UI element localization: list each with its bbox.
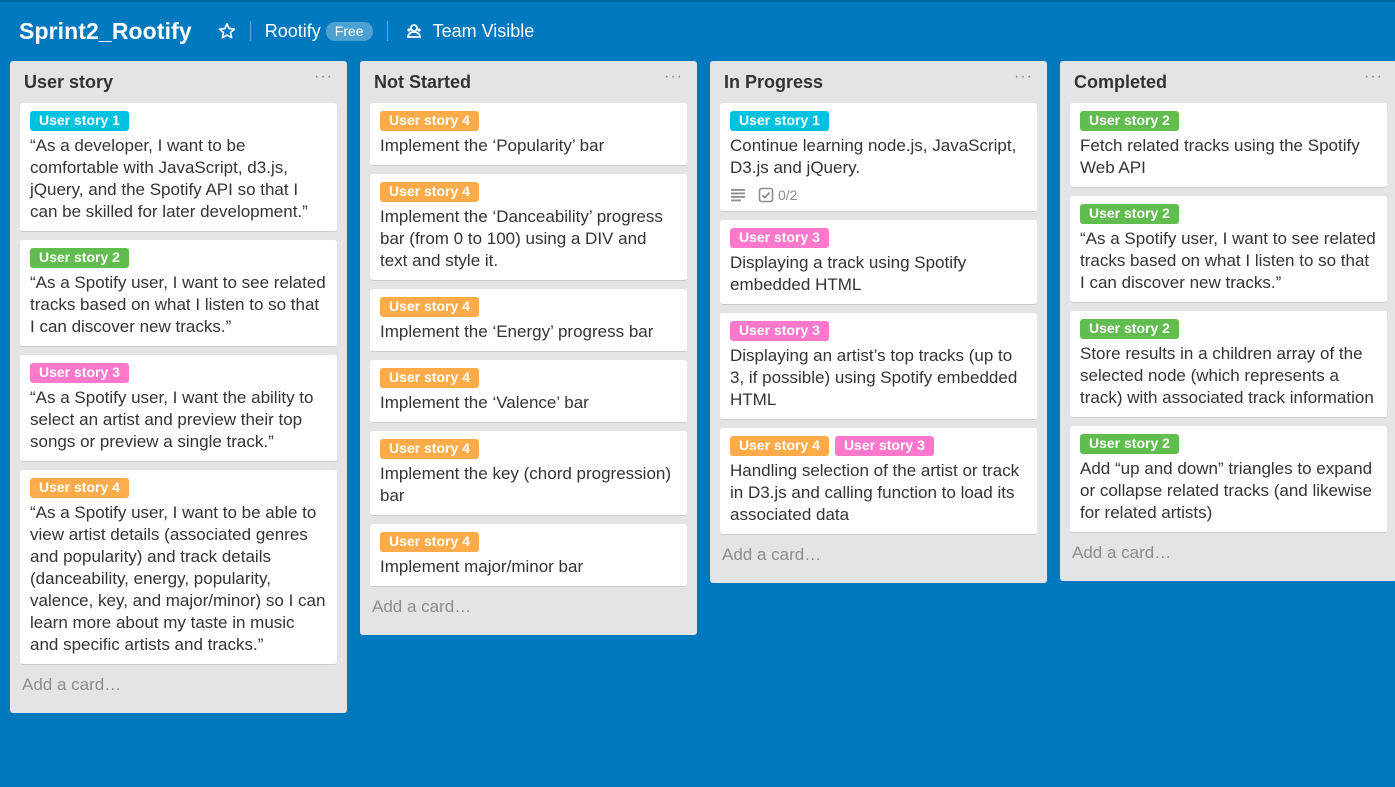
card[interactable]: User story 2 Fetch related tracks using …	[1070, 103, 1387, 188]
card-title: Implement the ‘Popularity’ bar	[380, 136, 605, 155]
card-label: User story 4	[730, 436, 829, 456]
card-label: User story 3	[730, 228, 829, 248]
card-label: User story 4	[30, 478, 129, 498]
card-label: User story 1	[730, 111, 829, 131]
card[interactable]: User story 1 “As a developer, I want to …	[20, 103, 337, 232]
card[interactable]: User story 1 Continue learning node.js, …	[720, 103, 1037, 212]
list-header: In Progress ···	[710, 61, 1047, 99]
card-label: User story 1	[30, 111, 129, 131]
team-icon	[406, 23, 422, 39]
list-user-story: User story ··· User story 1 “As a develo…	[10, 61, 347, 713]
add-card-button[interactable]: Add a card…	[360, 595, 697, 635]
list-title[interactable]: Not Started	[374, 72, 471, 93]
card[interactable]: User story 2 “As a Spotify user, I want …	[20, 240, 337, 347]
card-title: “As a Spotify user, I want to be able to…	[30, 503, 326, 654]
list-header: Completed ···	[1060, 61, 1395, 99]
card-title: Store results in a children array of the…	[1080, 344, 1374, 407]
add-card-button[interactable]: Add a card…	[10, 673, 347, 713]
card-title: Implement the ‘Valence’ bar	[380, 393, 589, 412]
list-header: User story ···	[10, 61, 347, 99]
card-title: Fetch related tracks using the Spotify W…	[1080, 136, 1360, 177]
header-separator	[386, 21, 388, 41]
card[interactable]: User story 4 Implement the ‘Energy’ prog…	[370, 289, 687, 352]
card[interactable]: User story 4 Implement the ‘Danceability…	[370, 174, 687, 281]
card[interactable]: User story 4 “As a Spotify user, I want …	[20, 470, 337, 665]
card-label: User story 3	[30, 363, 129, 383]
list-menu-icon[interactable]: ···	[1364, 68, 1383, 86]
card-label: User story 2	[1080, 434, 1179, 454]
card-label: User story 2	[1080, 204, 1179, 224]
card[interactable]: User story 3 Displaying a track using Sp…	[720, 220, 1037, 305]
card-title: “As a Spotify user, I want to see relate…	[1080, 229, 1376, 292]
list-menu-icon[interactable]: ···	[664, 68, 683, 86]
list-not-started: Not Started ··· User story 4 Implement t…	[360, 61, 697, 635]
card-title: Handling selection of the artist or trac…	[730, 461, 1020, 524]
card-label: User story 4	[380, 532, 479, 552]
card-title: “As a Spotify user, I want the ability t…	[30, 388, 314, 451]
list-title[interactable]: User story	[24, 72, 113, 93]
card-label: User story 2	[1080, 111, 1179, 131]
card[interactable]: User story 4 Implement the key (chord pr…	[370, 431, 687, 516]
card[interactable]: User story 4 Implement major/minor bar	[370, 524, 687, 587]
list-title[interactable]: Completed	[1074, 72, 1167, 93]
star-icon[interactable]	[218, 22, 236, 40]
visibility-button[interactable]: Team Visible	[402, 20, 535, 42]
card[interactable]: User story 3 Displaying an artist’s top …	[720, 313, 1037, 420]
header-separator	[249, 21, 251, 41]
org-name[interactable]: Rootify	[265, 21, 321, 42]
card-badges: 0/2	[730, 187, 1027, 203]
card-title: “As a Spotify user, I want to see relate…	[30, 273, 326, 336]
list-header: Not Started ···	[360, 61, 697, 99]
list-menu-icon[interactable]: ···	[314, 68, 333, 86]
card[interactable]: User story 3 “As a Spotify user, I want …	[20, 355, 337, 462]
card[interactable]: User story 4 Implement the ‘Valence’ bar	[370, 360, 687, 423]
visibility-label: Team Visible	[432, 20, 535, 41]
card-label: User story 2	[1080, 319, 1179, 339]
card-label: User story 4	[380, 439, 479, 459]
card[interactable]: User story 4 User story 3 Handling selec…	[720, 428, 1037, 535]
card[interactable]: User story 2 “As a Spotify user, I want …	[1070, 196, 1387, 303]
card-label: User story 4	[380, 297, 479, 317]
list-title[interactable]: In Progress	[724, 72, 823, 93]
card[interactable]: User story 4 Implement the ‘Popularity’ …	[370, 103, 687, 166]
checklist-badge: 0/2	[758, 187, 797, 203]
card-label: User story 2	[30, 248, 129, 268]
card-title: Displaying an artist’s top tracks (up to…	[730, 346, 1018, 409]
card-title: Continue learning node.js, JavaScript, D…	[730, 136, 1017, 177]
card-title: Displaying a track using Spotify embedde…	[730, 253, 967, 294]
board-header: Sprint2_Rootify Rootify Free Team Visibl…	[0, 2, 1395, 60]
list-completed: Completed ··· User story 2 Fetch related…	[1060, 61, 1395, 581]
card-title: Implement the ‘Danceability’ progress ba…	[380, 207, 663, 270]
plan-badge: Free	[325, 21, 373, 41]
card-title: Add “up and down” triangles to expand or…	[1080, 459, 1373, 522]
card-title: “As a developer, I want to be comfortabl…	[30, 136, 308, 221]
card-label: User story 3	[834, 436, 934, 456]
description-icon	[730, 188, 746, 202]
card[interactable]: User story 2 Store results in a children…	[1070, 311, 1387, 418]
card-title: Implement the key (chord progression) ba…	[380, 464, 672, 505]
add-card-button[interactable]: Add a card…	[1060, 541, 1395, 581]
card-label: User story 4	[380, 111, 479, 131]
list-menu-icon[interactable]: ···	[1014, 68, 1033, 86]
card-title: Implement the ‘Energy’ progress bar	[380, 322, 654, 341]
card[interactable]: User story 2 Add “up and down” triangles…	[1070, 426, 1387, 533]
card-label: User story 4	[380, 182, 479, 202]
add-card-button[interactable]: Add a card…	[710, 543, 1047, 583]
board-title[interactable]: Sprint2_Rootify	[19, 18, 192, 45]
checklist-icon	[758, 187, 774, 203]
card-label: User story 4	[380, 368, 479, 388]
card-title: Implement major/minor bar	[380, 557, 584, 576]
card-label: User story 3	[730, 321, 829, 341]
list-in-progress: In Progress ··· User story 1 Continue le…	[710, 61, 1047, 583]
checklist-count: 0/2	[778, 187, 798, 203]
